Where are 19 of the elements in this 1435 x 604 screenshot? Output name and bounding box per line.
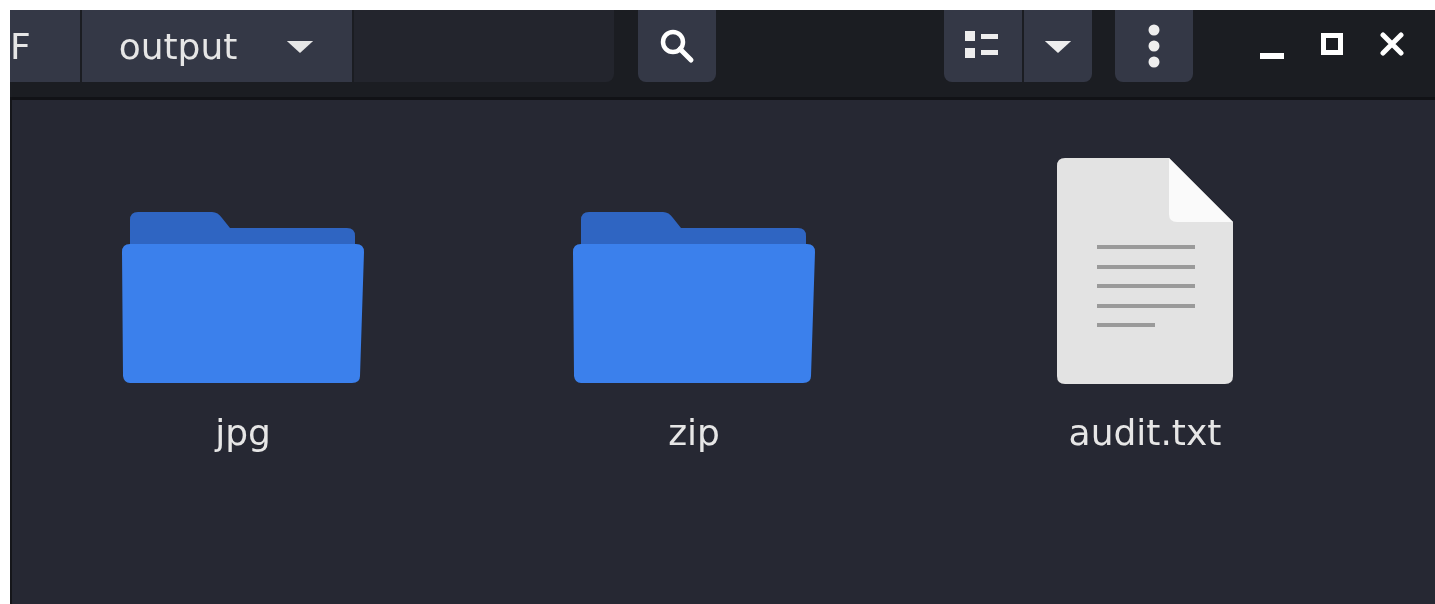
path-button[interactable]: output [82,10,352,82]
search-button[interactable] [638,10,716,82]
path-button[interactable]: F [10,10,80,82]
menu-icon [1147,24,1161,68]
file-name: jpg [215,412,271,453]
close-icon [1380,32,1404,56]
list-view-icon [965,31,1001,61]
view-button[interactable] [944,10,1022,82]
close-button[interactable] [1377,29,1407,59]
minimize-icon [1260,53,1284,59]
maximize-icon [1321,33,1343,55]
file-name: zip [668,412,720,453]
caret-icon [1043,38,1073,54]
folder-icon[interactable] [122,212,364,384]
text-file-icon[interactable] [1057,158,1233,384]
file-name: audit.txt [1068,412,1222,453]
view-options-button[interactable] [1024,10,1092,82]
folder-icon[interactable] [573,212,815,384]
menu-button[interactable] [1115,10,1193,82]
